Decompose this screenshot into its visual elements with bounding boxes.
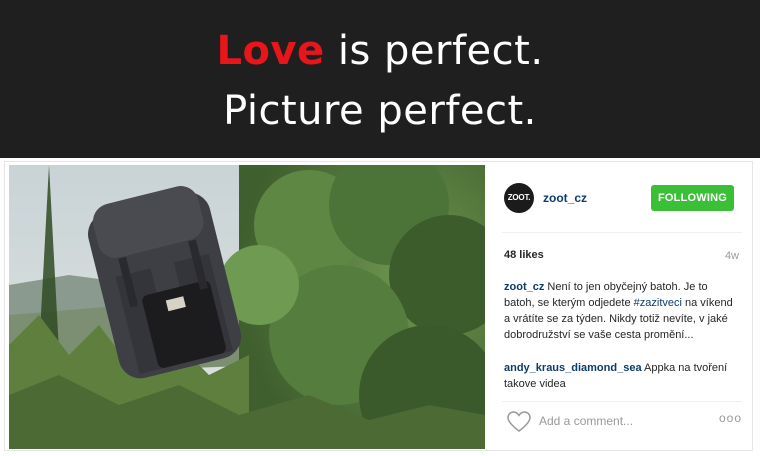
comment-username[interactable]: andy_kraus_diamond_sea: [504, 362, 642, 374]
backpack-forest-image: [9, 165, 485, 449]
comment-item: andy_kraus_diamond_sea Appka na tvoření …: [504, 360, 740, 392]
post-username[interactable]: zoot_cz: [543, 191, 587, 205]
headline-line-1-rest: is perfect.: [324, 28, 544, 74]
caption-hashtag[interactable]: #zazitveci: [634, 297, 682, 309]
avatar[interactable]: ZOOT.: [504, 183, 534, 213]
divider: [502, 401, 742, 402]
caption-username[interactable]: zoot_cz: [504, 281, 544, 293]
comment-input[interactable]: [539, 412, 699, 430]
headline-line-2: Picture perfect.: [223, 88, 537, 134]
post-sidebar: ZOOT. zoot_cz FOLLOWING 48 likes 4w zoot…: [491, 162, 753, 450]
divider: [502, 232, 742, 233]
headline-line-1: Love is perfect.: [0, 28, 760, 74]
headline-love-word: Love: [216, 28, 325, 74]
following-button[interactable]: FOLLOWING: [651, 185, 734, 211]
heart-icon[interactable]: [507, 411, 531, 433]
post-age[interactable]: 4w: [725, 250, 739, 262]
headline-banner: Love is perfect. Picture perfect.: [0, 0, 760, 158]
likes-count[interactable]: 48 likes: [504, 249, 544, 261]
post-video[interactable]: [9, 165, 485, 449]
post-caption: zoot_cz Není to jen obyčejný batoh. Je t…: [504, 279, 740, 343]
more-options-icon[interactable]: ooo: [719, 411, 742, 425]
instagram-post: ZOOT. zoot_cz FOLLOWING 48 likes 4w zoot…: [4, 161, 753, 451]
